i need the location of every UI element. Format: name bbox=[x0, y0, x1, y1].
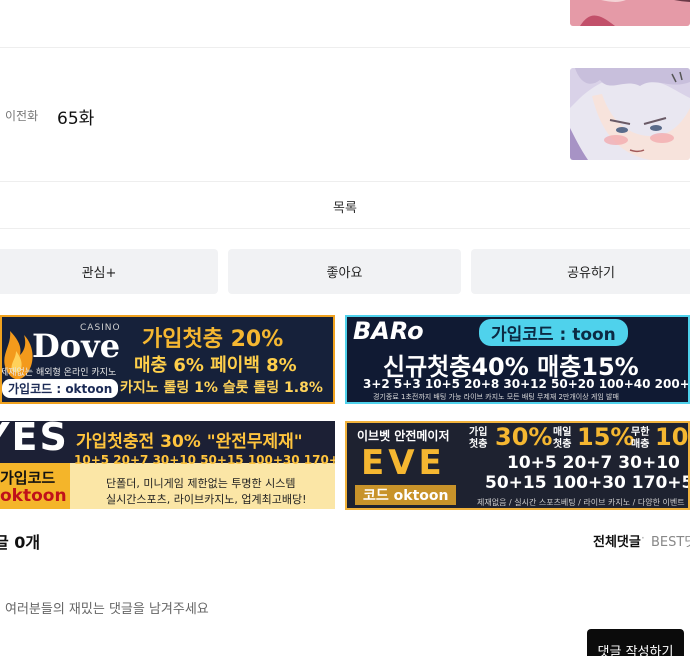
write-comment-label: 댓글 작성하기 bbox=[597, 645, 674, 656]
ad-banner-eve[interactable]: 이브벳 안전메이저 가입첫충 30% 매일첫충 15% 무한매충 10% EVE… bbox=[345, 421, 690, 510]
eve-unlimited-label: 무한매충 bbox=[631, 427, 650, 450]
yes-desc1: 단폴더, 미니게임 제한없는 투명한 시스템 bbox=[106, 477, 296, 490]
interest-label: 관심+ bbox=[81, 266, 117, 281]
baro-footer: 경기종료 1초전까지 배팅 가능 라이브 카지노 모든 배팅 무제재 2만개이상… bbox=[373, 393, 619, 401]
eve-logo: EVE bbox=[361, 443, 446, 483]
dove-line3: 카지노 롤링 1% 슬롯 롤링 1.8% bbox=[120, 380, 323, 396]
sort-all-comments[interactable]: 전체댓글 bbox=[593, 531, 641, 550]
yes-numbers: 10+5 20+7 30+10 50+15 100+30 170+50 bbox=[74, 453, 335, 467]
eve-numbers1: 10+5 20+7 30+10 bbox=[507, 453, 680, 473]
ad-banner-dove[interactable]: CASINO Dove 제재없는 해외형 온라인 카지노 가입코드 : okto… bbox=[0, 315, 335, 404]
sort-separator: · bbox=[641, 531, 645, 545]
row-divider bbox=[0, 228, 690, 229]
eve-first-label: 가입첫충 bbox=[469, 427, 488, 450]
eve-unlimited-pct: 10% bbox=[655, 423, 689, 451]
eve-daily-pct: 15% bbox=[577, 423, 635, 451]
manga-character-image bbox=[570, 68, 690, 160]
sort-best-comments[interactable]: BEST댓 bbox=[651, 531, 690, 550]
dove-tagline: 제재없는 해외형 온라인 카지노 bbox=[0, 368, 117, 378]
interest-button[interactable]: 관심+ bbox=[0, 249, 218, 294]
row-divider bbox=[0, 181, 690, 182]
share-label: 공유하기 bbox=[567, 266, 615, 281]
yes-code: oktoon bbox=[0, 486, 67, 506]
eve-numbers2: 50+15 100+30 170+50 bbox=[485, 473, 690, 493]
manga-art-image bbox=[570, 0, 690, 26]
yes-headline: 가입첫충전 30% "완전무제재" bbox=[76, 432, 303, 452]
comment-count: 글 0개 bbox=[0, 533, 41, 552]
dove-code: 가입코드 : oktoon bbox=[2, 379, 119, 398]
eve-footer: 제재없음 / 실시간 스포츠베팅 / 라이브 카지노 / 다양한 이벤트 bbox=[477, 498, 685, 507]
dove-line2: 매충 6% 페이백 8% bbox=[134, 355, 297, 376]
share-button[interactable]: 공유하기 bbox=[471, 249, 690, 294]
ad-banner-baro[interactable]: BARo 가입코드 : toon 신규첫충40% 매충15% 3+2 5+3 1… bbox=[345, 315, 690, 404]
row-divider bbox=[0, 47, 690, 48]
yes-logo: YES bbox=[0, 421, 69, 459]
dove-logo: Dove bbox=[32, 327, 121, 365]
baro-logo: BARo bbox=[353, 317, 424, 345]
yes-desc2: 실시간스포츠, 라이브카지노, 업계최고배당! bbox=[106, 493, 307, 506]
eve-code: 코드 oktoon bbox=[355, 485, 457, 505]
eve-first-pct: 30% bbox=[495, 423, 553, 451]
baro-code: 가입코드 : toon bbox=[479, 319, 628, 346]
baro-numbers: 3+2 5+3 10+5 20+8 30+12 50+20 100+40 200… bbox=[363, 377, 690, 391]
like-button[interactable]: 좋아요 bbox=[228, 249, 461, 294]
yes-code-title: 가입코드 bbox=[0, 469, 56, 487]
episode-thumbnail-next[interactable] bbox=[570, 0, 690, 26]
episode-title[interactable]: 65화 bbox=[57, 104, 94, 129]
episode-thumbnail[interactable] bbox=[570, 68, 690, 160]
write-comment-button[interactable]: 댓글 작성하기 bbox=[587, 629, 684, 656]
prev-episode-label[interactable]: 이전화 bbox=[5, 107, 38, 124]
eve-daily-label: 매일첫충 bbox=[553, 427, 572, 450]
comment-input[interactable]: 여러분들의 재밌는 댓글을 남겨주세요 bbox=[5, 598, 209, 617]
dove-line1: 가입첫충 20% bbox=[142, 327, 284, 352]
like-label: 좋아요 bbox=[326, 266, 363, 281]
list-button[interactable]: 목록 bbox=[333, 197, 357, 216]
ad-banner-yes[interactable]: YES 가입첫충전 30% "완전무제재" 10+5 20+7 30+10 50… bbox=[0, 421, 335, 509]
eve-header: 이브벳 안전메이저 bbox=[357, 429, 450, 443]
